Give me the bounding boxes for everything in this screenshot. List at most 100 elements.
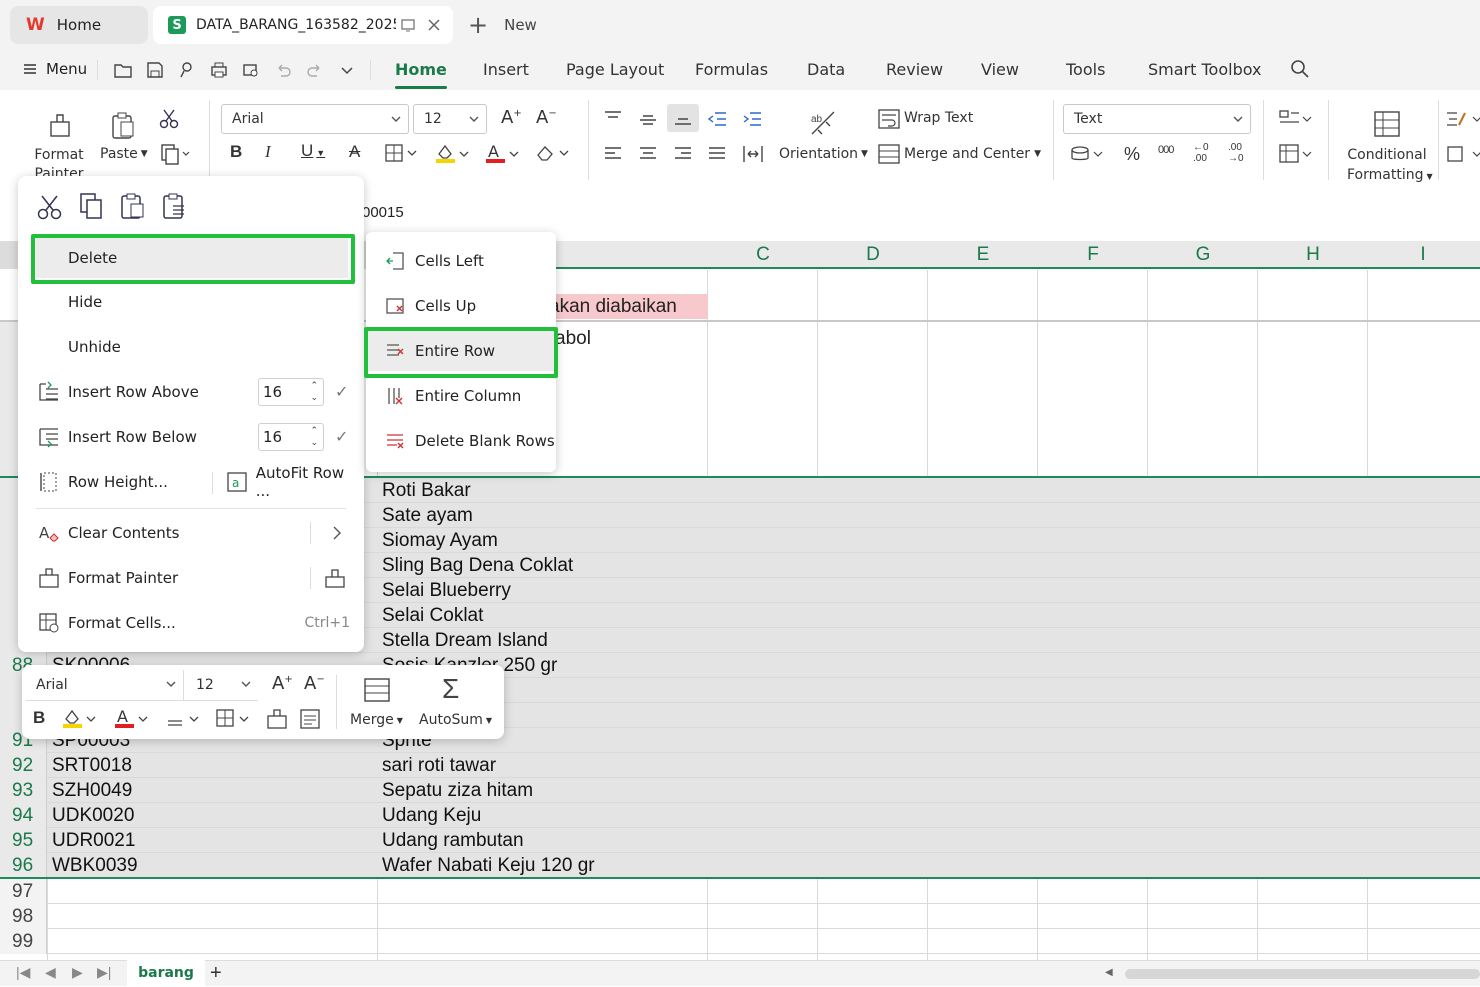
table-row[interactable]: 98 xyxy=(0,904,1480,929)
cell-code[interactable]: SZH0049 xyxy=(52,778,132,803)
paste-icon[interactable] xyxy=(119,192,147,220)
justify-icon[interactable] xyxy=(707,146,727,162)
thousands-icon[interactable]: 000 xyxy=(1158,144,1174,156)
ribbon-tab-insert[interactable]: Insert xyxy=(483,60,529,79)
decrease-decimal-icon[interactable]: .00 →0 xyxy=(1228,142,1244,164)
row-number[interactable]: 97 xyxy=(0,879,47,904)
autofit-row-item[interactable]: a AutoFit Row ... xyxy=(226,462,362,502)
strikethrough-icon[interactable]: A xyxy=(349,142,360,162)
cell-name[interactable]: Roti Bakar xyxy=(382,478,471,503)
format-painter-item[interactable]: Format Painter xyxy=(18,558,364,598)
cell-name[interactable]: Sling Bag Dena Coklat xyxy=(382,553,573,578)
paste-icon[interactable] xyxy=(109,110,137,140)
row-number[interactable]: 92 xyxy=(0,753,47,778)
percent-icon[interactable]: % xyxy=(1124,144,1140,165)
confirm-above-icon[interactable]: ✓ xyxy=(335,382,348,402)
cell-name[interactable]: Wafer Nabati Keju 120 gr xyxy=(382,853,595,878)
font-size-select[interactable]: 12 xyxy=(413,104,487,134)
row-number[interactable]: 94 xyxy=(0,803,47,828)
mini-format-cells-icon[interactable] xyxy=(299,708,321,730)
cell-code[interactable]: UDR0021 xyxy=(52,828,135,853)
cells-up-item[interactable]: Cells Up xyxy=(366,286,556,326)
cut-icon[interactable] xyxy=(158,108,180,130)
cell-name[interactable]: Sate ayam xyxy=(382,503,473,528)
export-icon[interactable] xyxy=(177,60,197,80)
row-number[interactable]: 93 xyxy=(0,778,47,803)
ribbon-tab-page-layout[interactable]: Page Layout xyxy=(566,60,664,79)
table-row[interactable]: 93 SZH0049 Sepatu ziza hitam xyxy=(0,778,1480,803)
decrease-font-icon[interactable]: A− xyxy=(536,107,557,128)
cut-icon[interactable] xyxy=(36,194,64,220)
freeze-icon[interactable] xyxy=(1445,144,1480,164)
mini-align-icon[interactable] xyxy=(166,709,202,729)
underline-icon[interactable]: U ▼ xyxy=(301,141,325,161)
add-sheet-icon[interactable]: + xyxy=(210,962,222,985)
tab-home[interactable]: W Home xyxy=(10,6,148,44)
insert-above-count[interactable]: 16 ⌃ ⌄ xyxy=(258,378,324,406)
ribbon-tab-view[interactable]: View xyxy=(981,60,1019,79)
mini-format-painter-icon[interactable] xyxy=(266,708,288,730)
cell-name[interactable]: Selai Coklat xyxy=(382,603,483,628)
merge-center-button[interactable]: Merge and Center ▼ xyxy=(904,146,1041,162)
paste-special-icon[interactable] xyxy=(161,192,189,220)
column-header-c[interactable]: C xyxy=(708,244,818,266)
ribbon-tab-home[interactable]: Home xyxy=(395,60,447,89)
format-painter-small-icon[interactable] xyxy=(324,567,346,589)
scroll-left-icon[interactable]: ◀ xyxy=(1105,967,1113,978)
cell-code[interactable]: UDK0020 xyxy=(52,803,134,828)
clear-format-icon[interactable] xyxy=(535,143,571,163)
mini-autosum-icon[interactable]: Σ xyxy=(442,673,459,705)
table-row[interactable]: 94 UDK0020 Udang Keju xyxy=(0,803,1480,828)
column-header-d[interactable]: D xyxy=(818,244,928,266)
align-middle-icon[interactable] xyxy=(638,112,658,128)
cell-name[interactable]: sari roti tawar xyxy=(382,753,496,778)
mini-increase-font-icon[interactable]: A+ xyxy=(272,673,293,694)
new-tab-button[interactable]: + New xyxy=(468,6,558,44)
decrease-indent-icon[interactable] xyxy=(707,110,727,128)
italic-icon[interactable]: I xyxy=(265,142,271,162)
orientation-button[interactable]: Orientation ▼ xyxy=(779,146,868,162)
unhide-menu-item[interactable]: Unhide xyxy=(18,327,364,367)
save-icon[interactable] xyxy=(145,60,165,80)
open-folder-icon[interactable] xyxy=(113,60,133,80)
mini-bold-icon[interactable]: B xyxy=(33,708,45,728)
bold-icon[interactable]: B xyxy=(230,142,242,162)
row-number[interactable]: 96 xyxy=(0,853,47,878)
table-row[interactable]: 92 SRT0018 sari roti tawar xyxy=(0,753,1480,778)
row-number[interactable]: 95 xyxy=(0,828,47,853)
ribbon-tab-smart-toolbox[interactable]: Smart Toolbox xyxy=(1148,60,1261,79)
menu-button[interactable]: Menu xyxy=(22,60,87,78)
confirm-below-icon[interactable]: ✓ xyxy=(335,427,348,447)
mini-font-select[interactable]: Arial xyxy=(26,670,184,700)
align-center-icon[interactable] xyxy=(638,146,658,162)
window-icon[interactable] xyxy=(400,17,416,33)
table-style-icon[interactable] xyxy=(1279,144,1313,164)
cell-code[interactable]: WBK0039 xyxy=(52,853,138,878)
table-row[interactable]: 96 WBK0039 Wafer Nabati Keju 120 gr xyxy=(0,853,1480,878)
cell-style-icon[interactable] xyxy=(1279,109,1313,129)
table-row[interactable]: 97 xyxy=(0,879,1480,904)
conditional-formatting-icon[interactable] xyxy=(1373,110,1401,138)
redo-icon[interactable] xyxy=(305,60,325,80)
ribbon-tab-data[interactable]: Data xyxy=(807,60,845,79)
row-height-item[interactable]: Row Height... xyxy=(18,462,208,502)
column-header-h[interactable]: H xyxy=(1258,244,1368,266)
paste-button[interactable]: Paste ▼ xyxy=(100,146,148,162)
align-left-icon[interactable] xyxy=(603,146,623,162)
font-name-select[interactable]: Arial xyxy=(221,104,409,134)
table-row[interactable]: 95 UDR0021 Udang rambutan xyxy=(0,828,1480,853)
cell-name[interactable]: Siomay Ayam xyxy=(382,528,498,553)
number-format-select[interactable]: Text xyxy=(1063,104,1251,134)
row-number[interactable]: 99 xyxy=(0,929,47,954)
mini-merge-icon[interactable] xyxy=(363,677,391,703)
align-right-icon[interactable] xyxy=(673,146,693,162)
mini-decrease-font-icon[interactable]: A− xyxy=(304,673,325,694)
conditional-formatting-label[interactable]: Conditional Formatting ▼ xyxy=(1347,145,1433,187)
borders-icon[interactable] xyxy=(385,144,419,162)
entire-column-item[interactable]: Entire Column xyxy=(366,376,556,416)
print-icon[interactable] xyxy=(209,60,229,80)
first-sheet-icon[interactable]: |◀ xyxy=(16,964,30,981)
undo-icon[interactable] xyxy=(273,60,293,80)
distributed-icon[interactable] xyxy=(742,144,764,164)
increase-indent-icon[interactable] xyxy=(742,110,762,128)
